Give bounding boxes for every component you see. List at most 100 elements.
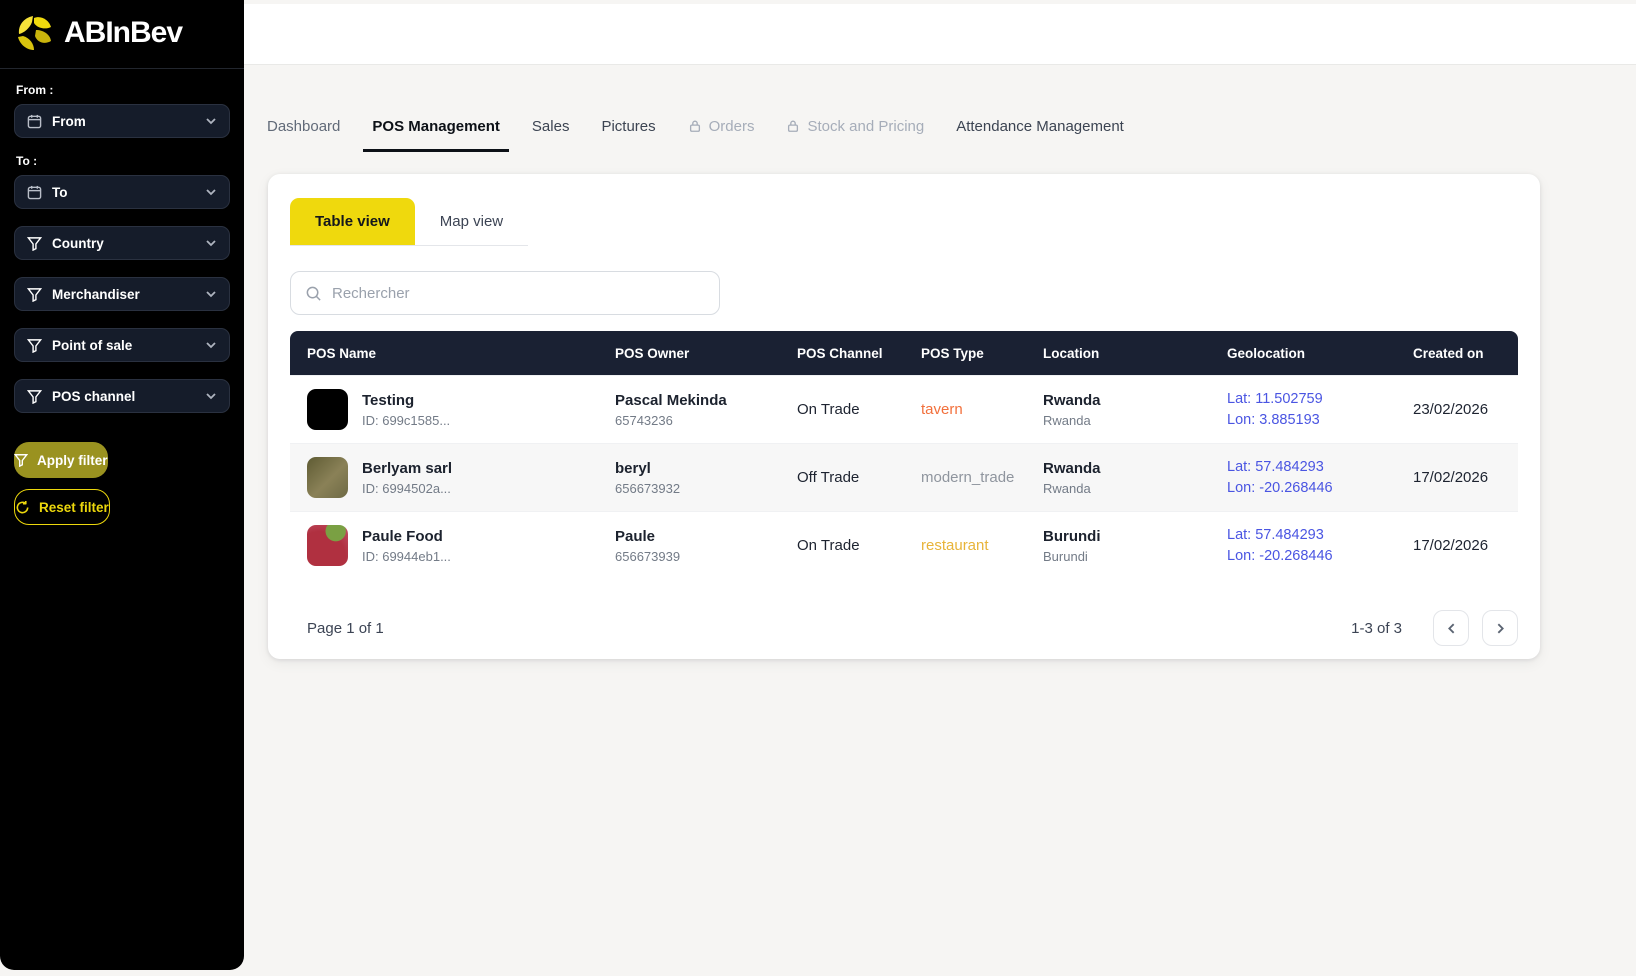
reset-filter-button[interactable]: Reset filter: [14, 489, 110, 525]
chevron-right-icon: [1494, 622, 1507, 635]
pos-name: Berlyam sarl: [362, 460, 452, 477]
geo-lat-link[interactable]: Lat: 57.484293: [1227, 457, 1396, 478]
tab-dashboard[interactable]: Dashboard: [258, 100, 349, 152]
pos-channel-value: POS channel: [52, 389, 195, 404]
tab-pos-management[interactable]: POS Management: [363, 100, 509, 152]
col-pos-name: POS Name: [290, 346, 598, 361]
table-view-label: Table view: [315, 213, 390, 230]
pagination-bar: Page 1 of 1 1-3 of 3: [290, 596, 1518, 646]
search-box[interactable]: [290, 271, 720, 315]
pos-channel: Off Trade: [780, 469, 904, 486]
table-row[interactable]: Testing ID: 699c1585... Pascal Mekinda 6…: [290, 375, 1518, 443]
pos-name: Testing: [362, 392, 450, 409]
geo-lat-link[interactable]: Lat: 57.484293: [1227, 525, 1396, 546]
chevron-down-icon: [205, 288, 217, 300]
table-row[interactable]: Paule Food ID: 69944eb1... Paule 6566739…: [290, 511, 1518, 579]
owner-name: Paule: [615, 528, 780, 545]
tab-label: Attendance Management: [956, 118, 1124, 135]
geo-lon-link[interactable]: Lon: 3.885193: [1227, 410, 1396, 431]
pos-channel: On Trade: [780, 401, 904, 418]
location-sub: Rwanda: [1043, 413, 1210, 428]
location-country: Rwanda: [1043, 460, 1210, 477]
tab-sales[interactable]: Sales: [523, 100, 579, 152]
top-header-bar: [244, 4, 1636, 65]
tab-stock-and-pricing: Stock and Pricing: [777, 100, 933, 152]
brand-name: ABInBev: [64, 16, 182, 50]
funnel-icon: [14, 453, 28, 467]
geo-lon-link[interactable]: Lon: -20.268446: [1227, 546, 1396, 567]
country-dropdown[interactable]: Country: [14, 226, 230, 260]
col-geolocation: Geolocation: [1210, 346, 1396, 361]
location-country: Burundi: [1043, 528, 1210, 545]
from-date-dropdown[interactable]: From: [14, 104, 230, 138]
pos-id: ID: 69944eb1...: [362, 549, 451, 564]
from-value: From: [52, 114, 195, 129]
tab-label: Orders: [709, 118, 755, 135]
abinbev-hop-icon: [14, 12, 56, 54]
pos-channel-dropdown[interactable]: POS channel: [14, 379, 230, 413]
prev-page-button[interactable]: [1433, 610, 1469, 646]
col-pos-channel: POS Channel: [780, 346, 904, 361]
brand-logo: ABInBev: [0, 0, 244, 69]
apply-filter-label: Apply filter: [37, 453, 108, 468]
created-date: 17/02/2026: [1396, 537, 1518, 554]
table-view-tab[interactable]: Table view: [290, 198, 415, 245]
to-label: To :: [16, 154, 228, 168]
table-header-row: POS Name POS Owner POS Channel POS Type …: [290, 331, 1518, 375]
geo-lat-link[interactable]: Lat: 11.502759: [1227, 389, 1396, 410]
country-value: Country: [52, 236, 195, 251]
reset-filter-label: Reset filter: [39, 500, 109, 515]
lock-icon: [688, 119, 702, 133]
view-switcher: Table view Map view: [290, 198, 528, 246]
map-view-tab[interactable]: Map view: [415, 198, 528, 245]
calendar-icon: [27, 185, 42, 200]
pos-id: ID: 6994502a...: [362, 481, 452, 496]
tab-attendance-management[interactable]: Attendance Management: [947, 100, 1133, 152]
location-country: Rwanda: [1043, 392, 1210, 409]
pos-thumbnail: [307, 389, 348, 430]
point-of-sale-value: Point of sale: [52, 338, 195, 353]
col-pos-type: POS Type: [904, 346, 1026, 361]
tab-pictures[interactable]: Pictures: [592, 100, 664, 152]
owner-name: Pascal Mekinda: [615, 392, 780, 409]
pos-name: Paule Food: [362, 528, 451, 545]
search-icon: [305, 285, 322, 302]
chevron-left-icon: [1445, 622, 1458, 635]
next-page-button[interactable]: [1482, 610, 1518, 646]
funnel-icon: [27, 338, 42, 353]
owner-phone: 656673939: [615, 549, 780, 564]
owner-name: beryl: [615, 460, 780, 477]
pos-thumbnail: [307, 525, 348, 566]
chevron-down-icon: [205, 339, 217, 351]
tab-label: Sales: [532, 118, 570, 135]
merchandiser-dropdown[interactable]: Merchandiser: [14, 277, 230, 311]
tab-label: POS Management: [372, 118, 500, 135]
to-date-dropdown[interactable]: To: [14, 175, 230, 209]
page-indicator: Page 1 of 1: [307, 620, 384, 637]
map-view-label: Map view: [440, 213, 503, 230]
chevron-down-icon: [205, 115, 217, 127]
pos-type: modern_trade: [904, 469, 1026, 486]
geo-lon-link[interactable]: Lon: -20.268446: [1227, 478, 1396, 499]
pos-type: tavern: [904, 401, 1026, 418]
from-label: From :: [16, 83, 228, 97]
pos-management-card: Table view Map view POS Name POS Owner P…: [268, 174, 1540, 659]
owner-phone: 656673932: [615, 481, 780, 496]
search-input[interactable]: [332, 285, 705, 302]
merchandiser-value: Merchandiser: [52, 287, 195, 302]
reset-icon: [15, 500, 30, 515]
chevron-down-icon: [205, 390, 217, 402]
apply-filter-button[interactable]: Apply filter: [14, 442, 108, 478]
tab-orders: Orders: [679, 100, 764, 152]
pos-type: restaurant: [904, 537, 1026, 554]
pos-id: ID: 699c1585...: [362, 413, 450, 428]
table-row[interactable]: Berlyam sarl ID: 6994502a... beryl 65667…: [290, 443, 1518, 511]
funnel-icon: [27, 236, 42, 251]
location-sub: Rwanda: [1043, 481, 1210, 496]
location-sub: Burundi: [1043, 549, 1210, 564]
range-indicator: 1-3 of 3: [1351, 620, 1402, 637]
chevron-down-icon: [205, 237, 217, 249]
to-value: To: [52, 185, 195, 200]
point-of-sale-dropdown[interactable]: Point of sale: [14, 328, 230, 362]
pos-table: POS Name POS Owner POS Channel POS Type …: [290, 331, 1518, 579]
